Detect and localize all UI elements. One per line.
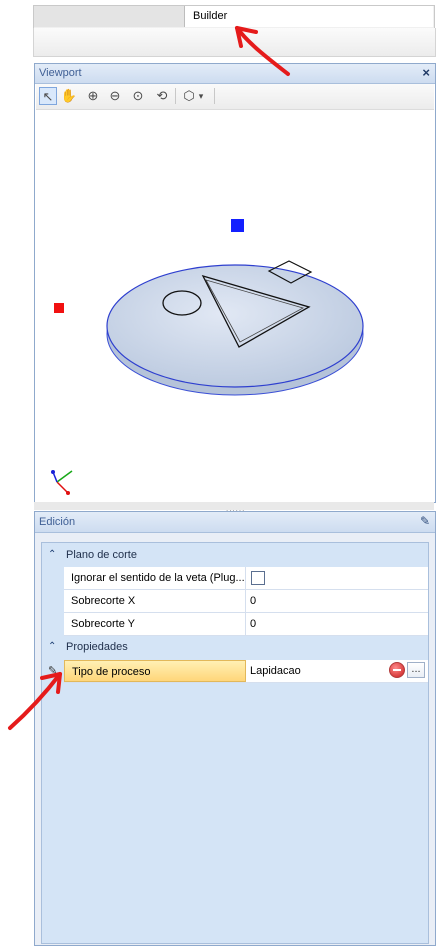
red-arrow-icon: [8, 672, 62, 730]
annotation-overlay: [8, 26, 290, 730]
red-arrow-icon: [235, 26, 290, 76]
